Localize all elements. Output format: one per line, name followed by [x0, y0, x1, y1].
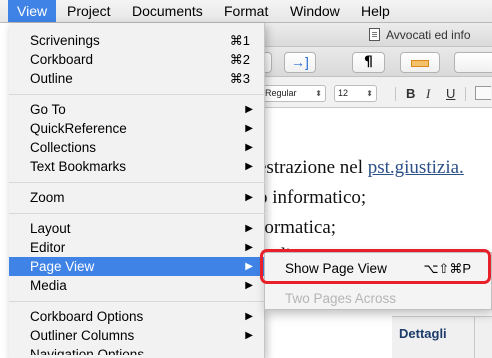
font-style-select[interactable]: Regular ⬍ — [262, 85, 326, 102]
details-label: Dettagli — [399, 326, 447, 341]
submenu-arrow-icon: ▶ — [245, 223, 253, 234]
menu-project[interactable]: Project — [58, 0, 120, 22]
menu-item-quickreference[interactable]: QuickReference ▶ — [9, 119, 265, 138]
menu-item-go-to[interactable]: Go To ▶ — [9, 100, 265, 119]
submenu-arrow-icon: ▶ — [245, 311, 253, 322]
menu-item-corkboard-options[interactable]: Corkboard Options ▶ — [9, 307, 265, 326]
menu-bar: View Project Documents Format Window Hel… — [0, 0, 492, 23]
window-titlebar: Avvocati ed info — [262, 23, 492, 47]
menu-separator — [9, 94, 265, 95]
menu-item-page-view[interactable]: Page View ▶ — [9, 257, 265, 276]
document-line[interactable]: formatica; — [258, 217, 336, 239]
menu-item-text-bookmarks[interactable]: Text Bookmarks ▶ — [9, 157, 265, 176]
ruler-icon — [411, 60, 429, 67]
font-size-select[interactable]: 12 ⬍ — [334, 85, 377, 102]
shortcut: ⌘1 — [229, 33, 250, 48]
bold-button[interactable]: B — [406, 85, 415, 102]
details-panel-header: Dettagli — [392, 316, 492, 358]
format-bar: Regular ⬍ 12 ⬍ B I U — [262, 77, 492, 108]
view-menu: Scrivenings ⌘1 Corkboard ⌘2 Outline ⌘3 G… — [9, 23, 265, 358]
menu-item-zoom[interactable]: Zoom ▶ — [9, 188, 265, 207]
toolbar-button-partial[interactable] — [264, 52, 272, 73]
submenu-arrow-icon: ▶ — [245, 161, 253, 172]
menu-item-outline[interactable]: Outline ⌘3 — [9, 69, 265, 88]
page-view-submenu: Show Page View ⌥⇧⌘P Two Pages Across — [264, 252, 492, 310]
menu-help[interactable]: Help — [352, 0, 399, 22]
menu-format[interactable]: Format — [215, 0, 277, 22]
menu-item-collections[interactable]: Collections ▶ — [9, 138, 265, 157]
submenu-arrow-icon: ▶ — [245, 242, 253, 253]
window-title: Avvocati ed info — [386, 28, 471, 42]
paragraph-icon: ¶ — [364, 54, 373, 70]
menu-item-show-page-view[interactable]: Show Page View ⌥⇧⌘P — [265, 259, 491, 278]
format-button-cut[interactable] — [475, 86, 491, 100]
font-size-value: 12 — [338, 88, 349, 98]
menu-item-navigation-options[interactable]: Navigation Options — [9, 345, 265, 355]
menu-view[interactable]: View — [8, 0, 57, 22]
submenu-arrow-icon: ▶ — [245, 192, 253, 203]
menu-item-layout[interactable]: Layout ▶ — [9, 219, 265, 238]
submenu-arrow-icon: ▶ — [245, 104, 253, 115]
menu-item-editor[interactable]: Editor ▶ — [9, 238, 265, 257]
shortcut: ⌘3 — [229, 71, 250, 86]
page-view-toolbar-button[interactable]: →] — [284, 52, 316, 73]
divider — [395, 87, 396, 101]
toolbar: →] ¶ — [262, 47, 492, 77]
submenu-arrow-icon: ▶ — [245, 280, 253, 291]
stepper-icon: ⬍ — [366, 89, 373, 98]
paragraph-button[interactable]: ¶ — [352, 52, 385, 73]
document-link[interactable]: pst.giustizia. — [368, 157, 464, 178]
submenu-arrow-icon: ▶ — [245, 142, 253, 153]
menu-window[interactable]: Window — [281, 0, 349, 22]
menu-item-scrivenings[interactable]: Scrivenings ⌘1 — [9, 31, 265, 50]
toolbar-button-cut[interactable] — [454, 52, 492, 73]
document-icon — [369, 28, 380, 41]
underline-button[interactable]: U — [446, 85, 455, 102]
shortcut: ⌘2 — [229, 52, 250, 67]
menu-documents[interactable]: Documents — [123, 0, 212, 22]
ruler-button[interactable] — [400, 52, 440, 73]
menu-separator — [9, 301, 265, 302]
shortcut: ⌥⇧⌘P — [423, 261, 471, 276]
menu-separator — [9, 213, 265, 214]
font-style-value: Regular — [265, 88, 297, 98]
italic-button[interactable]: I — [426, 85, 430, 102]
divider — [474, 317, 475, 358]
arrow-to-bracket-icon: →] — [291, 54, 309, 70]
menu-item-corkboard[interactable]: Corkboard ⌘2 — [9, 50, 265, 69]
stepper-icon: ⬍ — [315, 89, 322, 98]
divider — [465, 87, 466, 101]
document-line[interactable]: estrazione nel pst.giustizia. — [258, 157, 464, 179]
submenu-arrow-icon: ▶ — [245, 330, 253, 341]
document-line[interactable]: o informatico; — [258, 187, 366, 209]
menu-item-two-pages-across: Two Pages Across — [285, 291, 397, 306]
menu-separator — [9, 182, 265, 183]
submenu-arrow-icon: ▶ — [245, 261, 253, 272]
submenu-arrow-icon: ▶ — [245, 123, 253, 134]
menu-item-media[interactable]: Media ▶ — [9, 276, 265, 295]
menu-item-outliner-columns[interactable]: Outliner Columns ▶ — [9, 326, 265, 345]
